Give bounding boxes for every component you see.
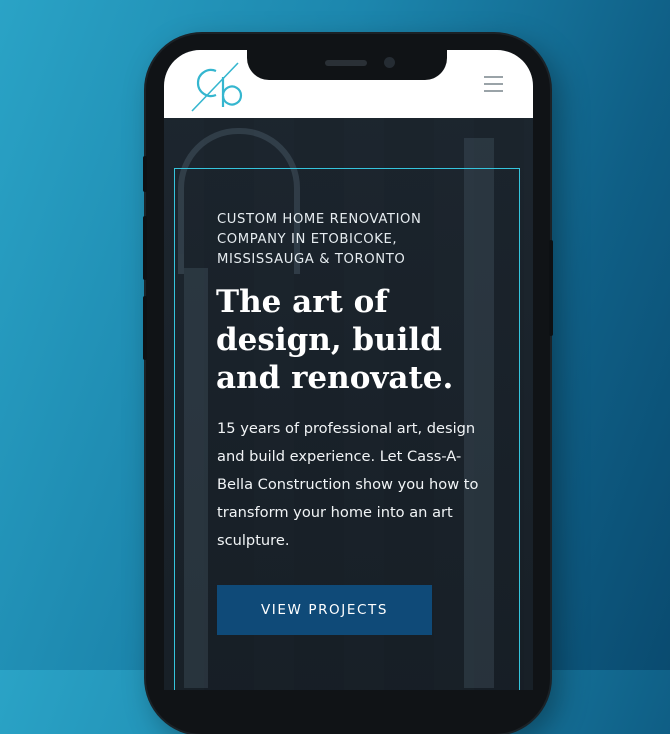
hero-headline: The art of design, build and renovate. [216,284,454,396]
hero-description: 15 years of professional art, design and… [217,420,479,549]
phone-notch [247,50,447,80]
phone-screen: cb CUSTOM HOME RENOVATION COMPANY IN ETO… [164,50,533,690]
speaker-grille [325,60,367,66]
phone-volume-down-button [143,296,147,360]
hero-eyebrow: CUSTOM HOME RENOVATION COMPANY IN ETOBIC… [217,212,422,267]
phone-side-button [143,156,147,192]
view-projects-button[interactable]: VIEW PROJECTS [217,585,432,635]
phone-volume-up-button [143,216,147,280]
phone-power-button [549,240,553,336]
front-camera [384,57,395,68]
hamburger-menu-icon[interactable] [484,76,503,92]
company-logo[interactable]: cb [190,61,252,113]
